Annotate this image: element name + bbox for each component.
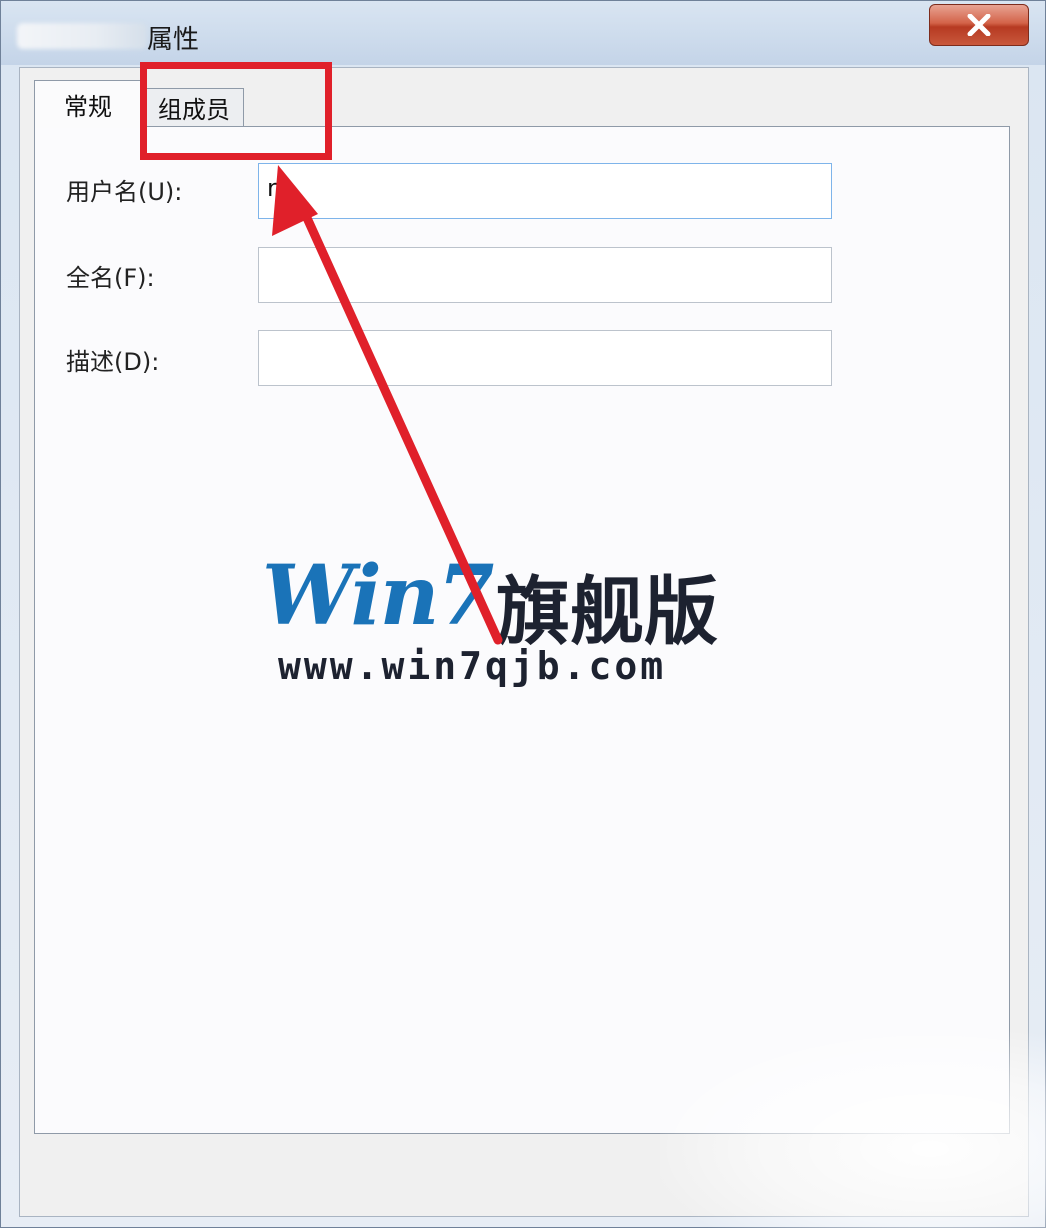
- image-glare: [660, 1030, 1046, 1228]
